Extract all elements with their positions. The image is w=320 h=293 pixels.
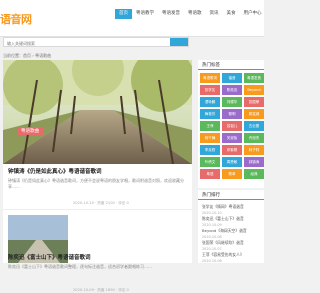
tag-link[interactable]: 许冠杰 xyxy=(244,133,264,143)
tag-link[interactable]: Beyond xyxy=(244,85,264,95)
post-thumbnail[interactable] xyxy=(3,60,192,164)
rank-item[interactable]: 张学友《情网》粤语谐音 2020-10-10 xyxy=(202,204,262,215)
rank-item[interactable]: 陈奕迅《富士山下》谐音 2020-10-09 xyxy=(202,216,262,227)
rank-title[interactable]: 王菲《容易受伤的女人》 xyxy=(202,252,262,258)
panel-header: 热门标签 xyxy=(198,60,264,70)
category-badge[interactable]: 粤语歌曲 xyxy=(17,127,43,135)
tag-link[interactable]: 关淑怡 xyxy=(222,133,242,143)
tag-link[interactable]: 叶倩文 xyxy=(200,157,220,167)
hot-tags-panel: 热门标签 粤语歌词 谐音 粤语发音张学友 陈奕迅 Beyond 谭咏麟 刘德华 张国荣梅艳芳黎… xyxy=(198,60,264,188)
top-header: 语音网 首页 粤语教学 粤语发音 粤语歌 资讯 美食 用户中心 xyxy=(0,0,264,37)
nav-item-food[interactable]: 美食 xyxy=(223,9,240,19)
tag-link[interactable]: 杨千嬅 xyxy=(200,133,220,143)
tag-link[interactable]: 郭富城 xyxy=(244,109,264,119)
tag-link[interactable]: 王菲 xyxy=(200,121,220,131)
tag-link[interactable]: 经典 xyxy=(244,169,264,179)
search-input[interactable] xyxy=(7,40,157,46)
rank-title[interactable]: 张国荣《风继续吹》谐音 xyxy=(202,240,262,246)
tag-link[interactable]: 梅艳芳 xyxy=(200,109,220,119)
rank-date: 2020-10-06 xyxy=(202,259,222,263)
post-excerpt: 钟镇涛《仍是如此真心》粤语谐音歌词，方便不会说粤语的朋友学唱，歌词附谐音对照，欢… xyxy=(8,178,184,189)
tag-link[interactable]: 粤语歌词 xyxy=(200,73,220,83)
rank-date: 2020-10-08 xyxy=(202,235,222,239)
panel-title: 热门排行 xyxy=(202,193,220,198)
rank-title[interactable]: Beyond《海阔天空》谐音 xyxy=(202,228,262,234)
divider xyxy=(3,209,192,210)
post-list: 粤语歌曲 钟镇涛《仍是如此真心》粤语谐音歌词 钟镇涛《仍是如此真心》粤语谐音歌词… xyxy=(3,60,192,292)
nav-item-user-center[interactable]: 用户中心 xyxy=(240,9,266,19)
tag-link[interactable]: 陈奕迅 xyxy=(222,85,242,95)
nav-item-teaching[interactable]: 粤语教学 xyxy=(132,9,158,19)
nav-item-home[interactable]: 首页 xyxy=(115,9,132,19)
tag-link[interactable]: 容祖儿 xyxy=(222,121,242,131)
post-title[interactable]: 钟镇涛《仍是如此真心》粤语谐音歌词 xyxy=(8,167,102,175)
tag-link[interactable]: 张学友 xyxy=(200,85,220,95)
post-meta: 2020-10-10 · 热度 2100 · 评论 0 xyxy=(73,201,129,205)
nav-item-pronunciation[interactable]: 粤语发音 xyxy=(158,9,184,19)
rank-item[interactable]: 王菲《容易受伤的女人》 2020-10-06 xyxy=(202,252,262,263)
tag-link[interactable]: 谭咏麟 xyxy=(200,97,220,107)
tag-link[interactable]: 粤语 xyxy=(200,169,220,179)
tag-link[interactable]: 李克勤 xyxy=(200,145,220,155)
post-excerpt: 陈奕迅《富士山下》粤语谐音歌词整理，逐句标注谐音，适合初学者跟唱练习…… xyxy=(8,264,152,269)
nav-item-songs[interactable]: 粤语歌 xyxy=(184,9,206,19)
nav-item-news[interactable]: 资讯 xyxy=(206,9,223,19)
tree-lined-road-image xyxy=(3,60,192,164)
post-meta: 2020-10-09 · 热度 1890 · 评论 0 xyxy=(73,288,129,292)
rank-date: 2020-10-09 xyxy=(202,223,222,227)
tag-link[interactable]: 张国荣 xyxy=(244,97,264,107)
tag-link[interactable]: 林子祥 xyxy=(244,145,264,155)
rank-title[interactable]: 张学友《情网》粤语谐音 xyxy=(202,204,262,210)
tag-link[interactable]: 歌单 xyxy=(222,169,242,179)
tag-link[interactable]: 刘德华 xyxy=(222,97,242,107)
rank-title[interactable]: 陈奕迅《富士山下》谐音 xyxy=(202,216,262,222)
rank-item[interactable]: Beyond《海阔天空》谐音 2020-10-08 xyxy=(202,228,262,239)
tag-link[interactable]: 古巨基 xyxy=(244,121,264,131)
tag-link[interactable]: 黎明 xyxy=(222,109,242,119)
main-nav: 首页 粤语教学 粤语发音 粤语歌 资讯 美食 用户中心 xyxy=(115,9,266,19)
search-bar xyxy=(3,37,189,47)
tag-link[interactable]: 邓紫棋 xyxy=(222,145,242,155)
hot-rank-panel: 热门排行 张学友《情网》粤语谐音 2020-10-10 陈奕迅《富士山下》谐音 202… xyxy=(198,190,264,263)
tag-link[interactable]: 周慧敏 xyxy=(222,157,242,167)
sidebar: 热门标签 粤语歌词 谐音 粤语发音张学友 陈奕迅 Beyond 谭咏麟 刘德华 张国荣梅艳芳黎… xyxy=(198,60,264,263)
rank-item[interactable]: 张国荣《风继续吹》谐音 2020-10-07 xyxy=(202,240,262,251)
post-title[interactable]: 陈奕迅《富士山下》粤语谐音歌词 xyxy=(8,253,91,261)
search-button[interactable] xyxy=(170,38,188,46)
breadcrumb: 当前位置：首页 › 粤语歌曲 xyxy=(3,53,52,58)
rank-date: 2020-10-10 xyxy=(202,211,222,215)
tag-link[interactable]: 钟镇涛 xyxy=(244,157,264,167)
tag-link[interactable]: 粤语发音 xyxy=(244,73,264,83)
tag-cloud: 粤语歌词 谐音 粤语发音张学友 陈奕迅 Beyond 谭咏麟 刘德华 张国荣梅艳芳 黎明 郭富城王… xyxy=(200,73,264,179)
panel-header: 热门排行 xyxy=(198,190,264,200)
panel-title: 热门标签 xyxy=(202,63,220,68)
rank-date: 2020-10-07 xyxy=(202,247,222,251)
tag-link[interactable]: 谐音 xyxy=(222,73,242,83)
site-logo[interactable]: 语音网 xyxy=(0,11,32,27)
